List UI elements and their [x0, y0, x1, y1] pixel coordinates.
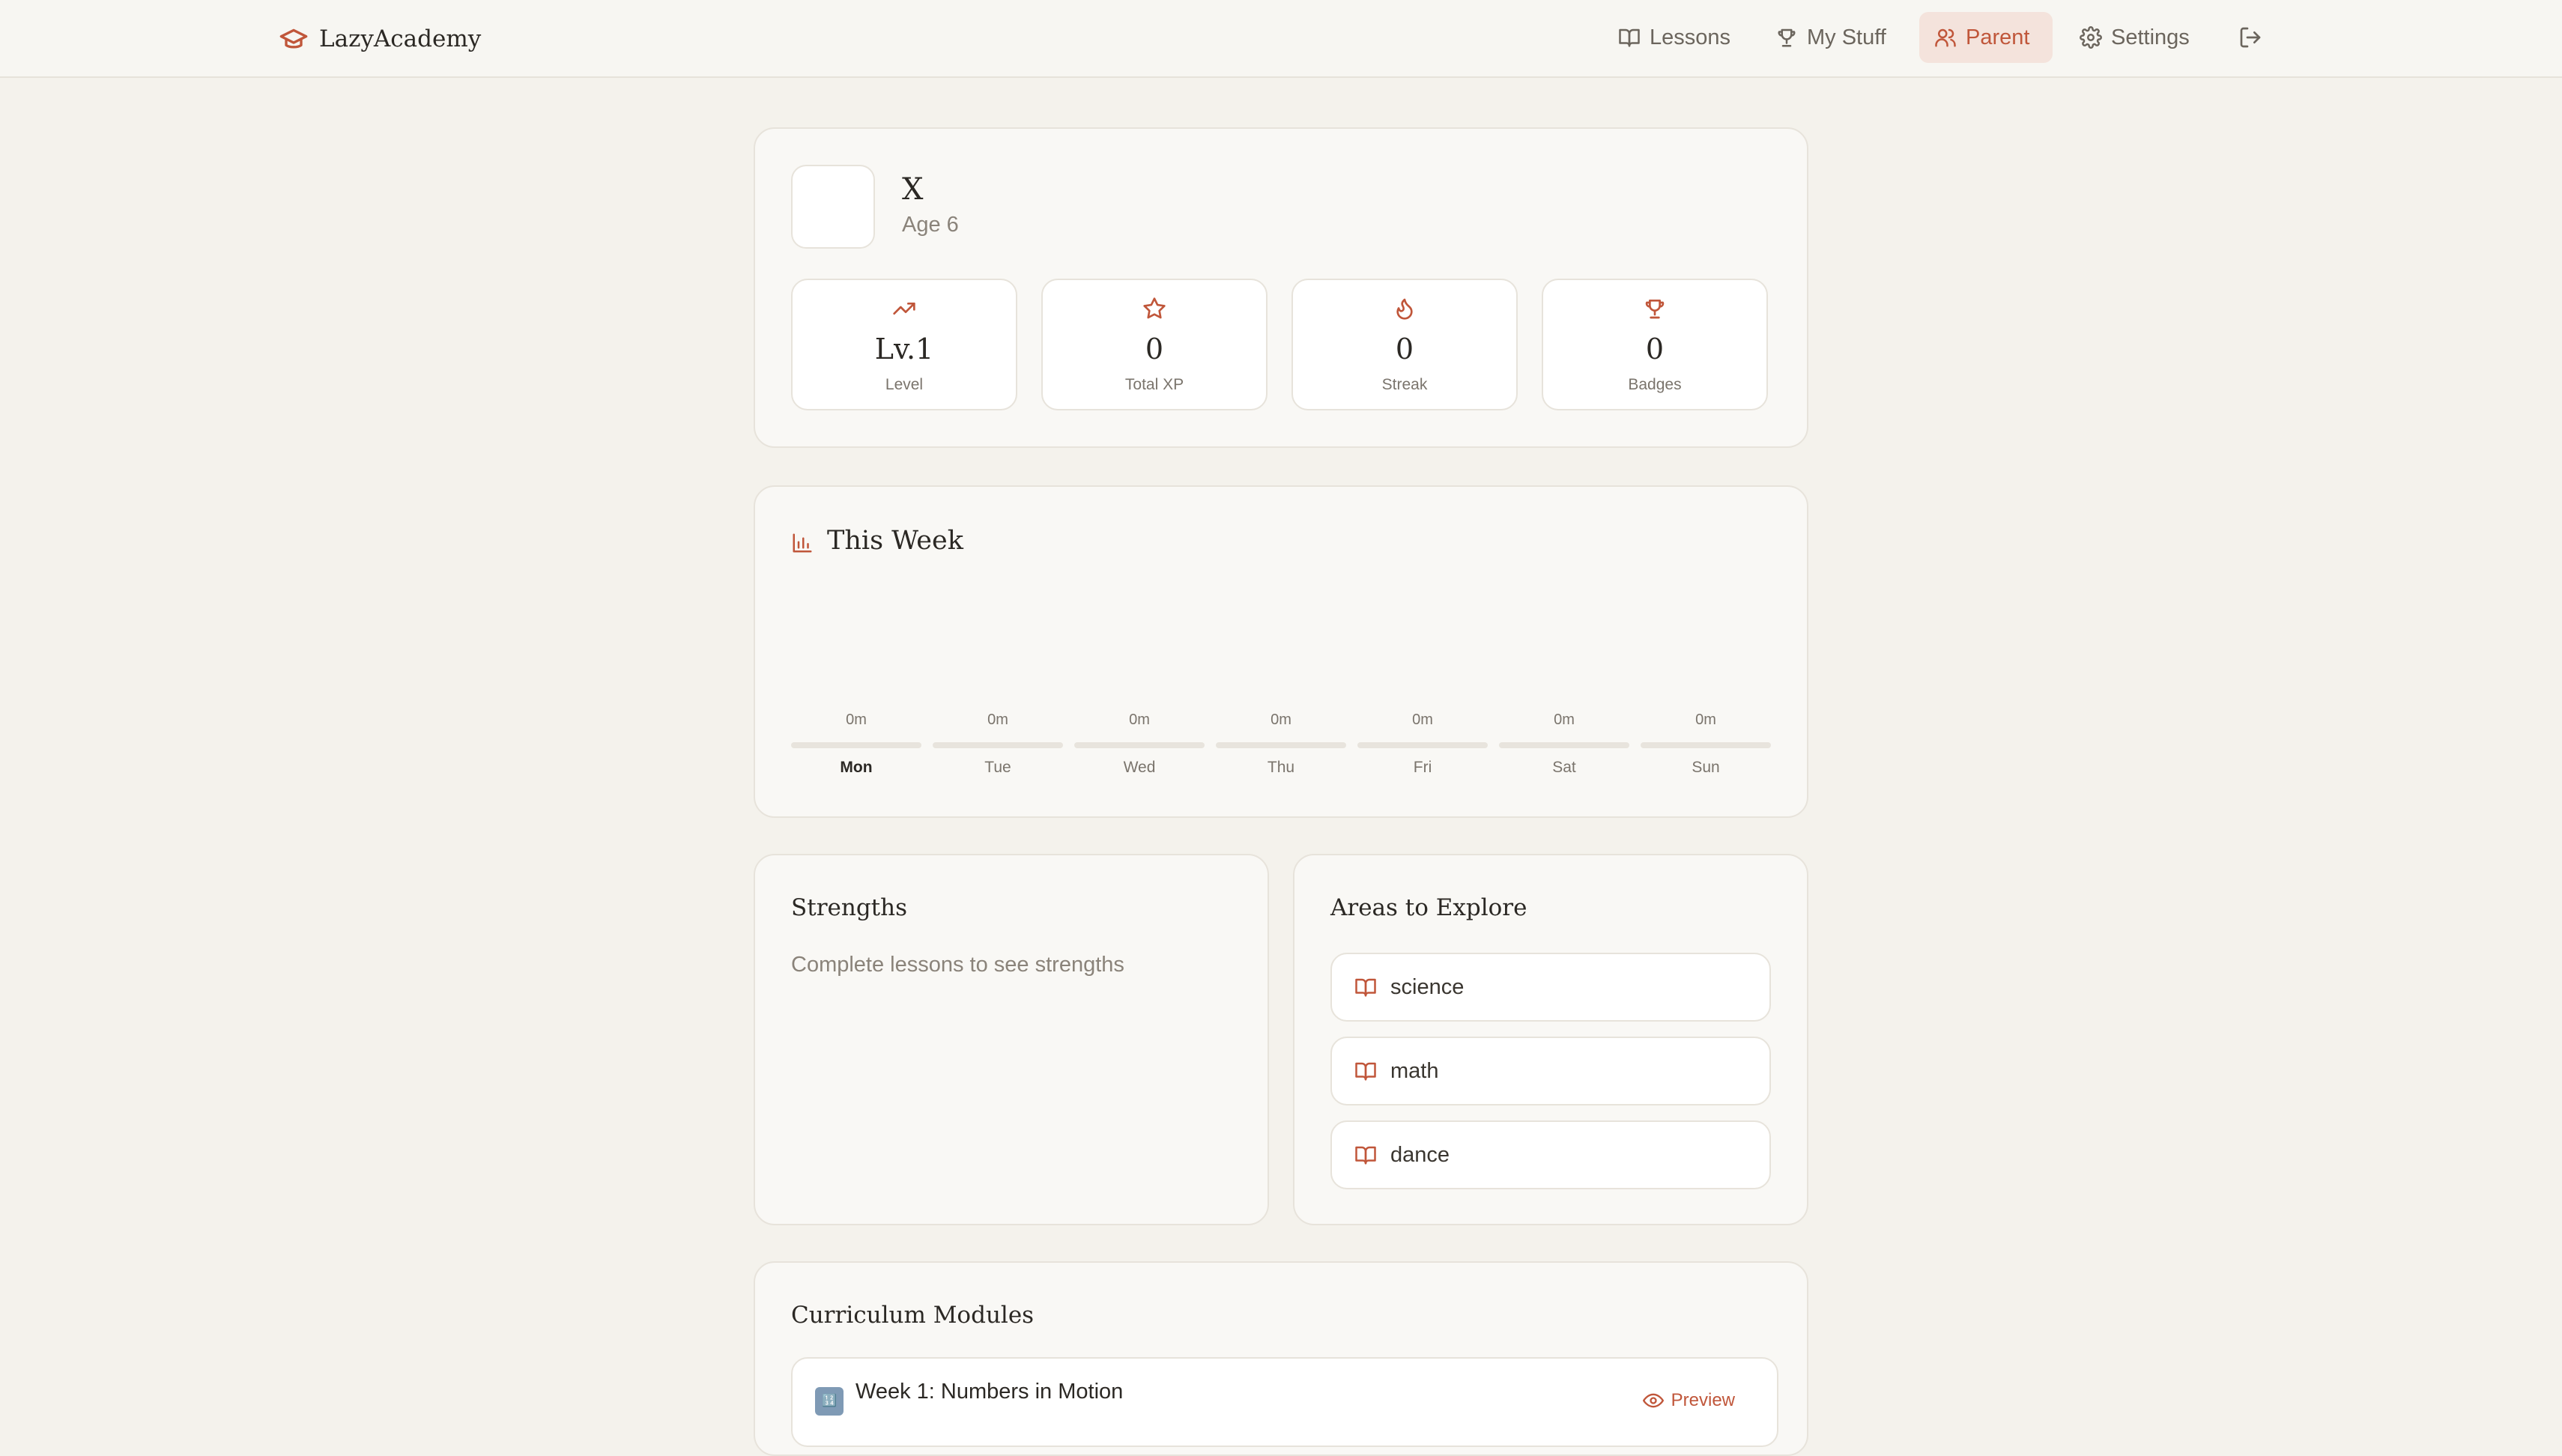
- gear-icon: [2080, 26, 2102, 49]
- preview-button[interactable]: Preview: [1642, 1390, 1735, 1411]
- stat-badges-value: 0: [1645, 333, 1665, 365]
- day-minutes: 0m: [1129, 712, 1150, 728]
- day-name: Thu: [1267, 759, 1295, 776]
- trophy-icon: [1643, 297, 1667, 321]
- day-name: Sun: [1692, 759, 1720, 776]
- area-item-science[interactable]: science: [1330, 953, 1771, 1022]
- logout-button[interactable]: [2223, 12, 2277, 63]
- numbers-icon: 🔢: [815, 1387, 844, 1416]
- nav-settings-label: Settings: [2111, 25, 2190, 49]
- stat-badges: 0 Badges: [1542, 279, 1768, 410]
- child-name: X: [902, 172, 924, 207]
- day-name: Fri: [1413, 759, 1432, 776]
- curriculum-card: Curriculum Modules 🔢 Week 1: Numbers in …: [754, 1261, 1808, 1456]
- day-sun: 0m Sun: [1641, 712, 1771, 777]
- star-icon: [1142, 297, 1166, 321]
- nav-settings[interactable]: Settings: [2065, 12, 2205, 63]
- stat-streak-label: Streak: [1381, 376, 1428, 393]
- day-bar: [791, 742, 921, 748]
- trending-up-icon: [892, 297, 916, 321]
- day-name: Tue: [984, 759, 1011, 776]
- day-mon: 0m Mon: [791, 712, 921, 777]
- areas-to-explore-card: Areas to Explore science math dance: [1293, 854, 1808, 1225]
- day-minutes: 0m: [987, 712, 1008, 728]
- stat-total-xp: 0 Total XP: [1041, 279, 1268, 410]
- stat-total-xp-label: Total XP: [1124, 376, 1184, 393]
- nav-my-stuff-label: My Stuff: [1807, 25, 1886, 49]
- day-fri: 0m Fri: [1357, 712, 1488, 777]
- stat-streak: 0 Streak: [1291, 279, 1518, 410]
- area-label: science: [1390, 974, 1465, 999]
- day-bar: [1641, 742, 1771, 748]
- day-tue: 0m Tue: [933, 712, 1063, 777]
- day-name: Mon: [840, 759, 873, 776]
- day-name: Sat: [1552, 759, 1576, 776]
- curriculum-title: Curriculum Modules: [791, 1302, 1035, 1329]
- nav-lessons-label: Lessons: [1650, 25, 1731, 49]
- day-bar: [1216, 742, 1346, 748]
- child-age: Age 6: [902, 213, 959, 237]
- day-bar: [1357, 742, 1488, 748]
- day-bar: [1074, 742, 1205, 748]
- day-minutes: 0m: [1412, 712, 1433, 728]
- this-week-card: This Week 0m Mon 0m Tue 0m Wed 0m Thu 0m…: [754, 485, 1808, 818]
- book-open-icon: [1354, 1144, 1377, 1166]
- module-title: Week 1: Numbers in Motion: [855, 1380, 1124, 1404]
- day-minutes: 0m: [1695, 712, 1716, 728]
- stat-streak-value: 0: [1395, 333, 1414, 365]
- top-nav: LazyAcademy Lessons My Stuff Parent Sett…: [0, 0, 2562, 78]
- logout-icon: [2238, 25, 2262, 49]
- eye-icon: [1642, 1390, 1664, 1411]
- area-label: math: [1390, 1058, 1439, 1083]
- book-open-icon: [1354, 1060, 1377, 1082]
- bar-chart-icon: [791, 532, 814, 554]
- avatar: [791, 165, 875, 249]
- day-sat: 0m Sat: [1499, 712, 1629, 777]
- stat-level-label: Level: [885, 376, 924, 393]
- nav-lessons[interactable]: Lessons: [1603, 12, 1745, 63]
- brand-name: LazyAcademy: [319, 25, 482, 52]
- book-open-icon: [1618, 26, 1641, 49]
- brand-logo[interactable]: LazyAcademy: [279, 19, 481, 58]
- book-open-icon: [1354, 976, 1377, 998]
- nav-parent[interactable]: Parent: [1919, 12, 2053, 63]
- nav-parent-label: Parent: [1966, 25, 2030, 49]
- area-label: dance: [1390, 1142, 1450, 1167]
- trophy-icon: [1775, 26, 1798, 49]
- flame-icon: [1393, 297, 1417, 321]
- stat-badges-label: Badges: [1628, 376, 1682, 393]
- day-bar: [1499, 742, 1629, 748]
- areas-title: Areas to Explore: [1330, 894, 1527, 921]
- profile-card: X Age 6 Lv.1 Level 0 Total XP 0 Streak 0…: [754, 127, 1808, 448]
- day-wed: 0m Wed: [1074, 712, 1205, 777]
- stat-level: Lv.1 Level: [791, 279, 1017, 410]
- users-icon: [1934, 26, 1957, 49]
- preview-label: Preview: [1671, 1390, 1735, 1410]
- day-minutes: 0m: [1554, 712, 1575, 728]
- stat-total-xp-value: 0: [1145, 333, 1164, 365]
- day-minutes: 0m: [1271, 712, 1291, 728]
- strengths-card: Strengths Complete lessons to see streng…: [754, 854, 1269, 1225]
- day-name: Wed: [1123, 759, 1156, 776]
- strengths-empty-text: Complete lessons to see strengths: [791, 953, 1124, 977]
- module-row[interactable]: 🔢 Week 1: Numbers in Motion Preview: [791, 1357, 1778, 1447]
- this-week-title: This Week: [827, 526, 963, 556]
- graduation-cap-icon: [279, 24, 309, 54]
- day-thu: 0m Thu: [1216, 712, 1346, 777]
- day-minutes: 0m: [846, 712, 867, 728]
- area-item-dance[interactable]: dance: [1330, 1120, 1771, 1189]
- stat-level-value: Lv.1: [874, 333, 934, 365]
- area-item-math[interactable]: math: [1330, 1037, 1771, 1105]
- nav-my-stuff[interactable]: My Stuff: [1760, 12, 1901, 63]
- day-bar: [933, 742, 1063, 748]
- strengths-title: Strengths: [791, 894, 907, 921]
